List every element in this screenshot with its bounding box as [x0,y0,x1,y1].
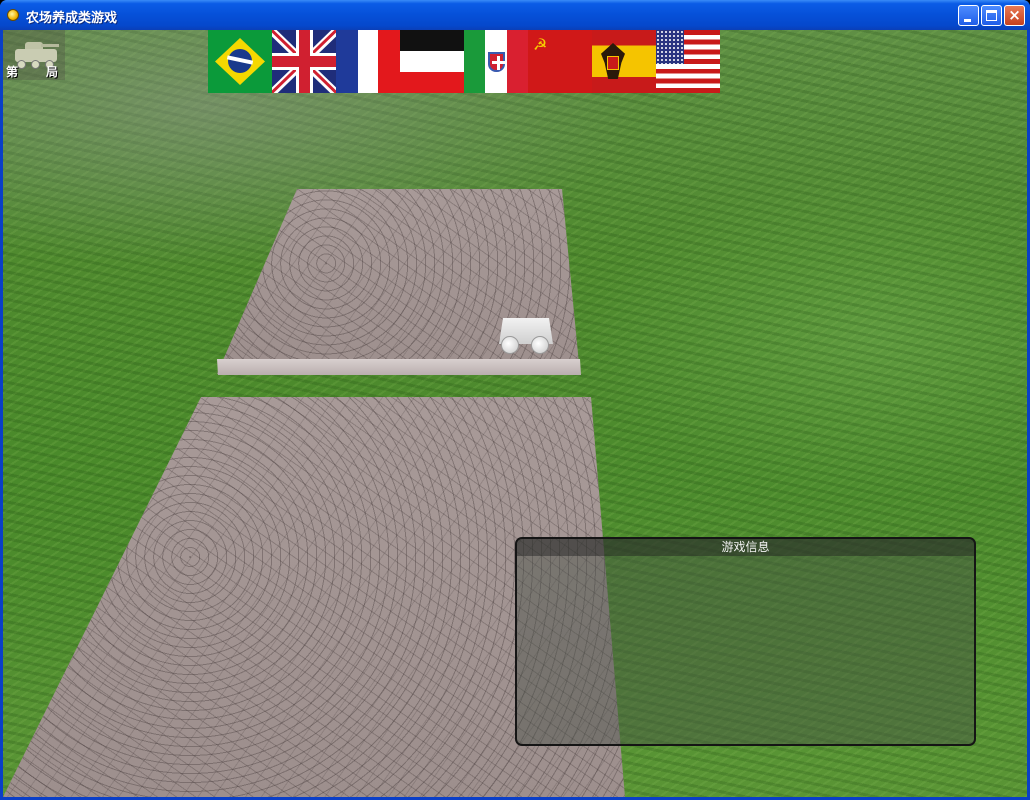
cart-icon[interactable] [497,316,555,360]
window-title: 农场养成类游戏 [26,11,118,26]
nation-flag-bar: ☭ [208,30,720,93]
uk-flag-icon[interactable] [272,30,336,93]
app-icon [7,9,19,21]
title-bar[interactable]: 农场养成类游戏 × [0,0,1030,30]
minimize-button[interactable] [958,5,979,26]
game-viewport[interactable]: 第 局 ☭ 游戏信息 [3,30,1027,797]
close-button[interactable]: × [1004,5,1025,26]
minimize-icon [964,19,971,22]
level-suffix: 局 [46,65,59,79]
brazil-flag-icon[interactable] [208,30,272,93]
game-window: 农场养成类游戏 × 第 局 ☭ 游戏信息 [0,0,1030,800]
hammer-sickle-icon: ☭ [533,35,548,54]
stone-plot-far-edge [217,359,581,375]
italy-flag-icon[interactable] [464,30,528,93]
german-empire-flag-icon[interactable] [400,30,464,93]
level-emblem: 第 局 [3,30,65,80]
maximize-button[interactable] [981,5,1002,26]
window-frame-left[interactable] [0,30,3,800]
game-info-content[interactable] [517,556,974,744]
usa-flag-icon[interactable] [656,30,720,93]
maximize-icon [986,10,997,21]
spain-flag-icon[interactable] [592,30,656,93]
game-info-panel: 游戏信息 [515,537,976,746]
ussr-flag-icon[interactable]: ☭ [528,30,592,93]
game-info-title: 游戏信息 [517,539,974,556]
close-icon: × [1008,6,1021,24]
france-flag-icon[interactable] [336,30,400,93]
level-prefix: 第 [6,65,19,79]
